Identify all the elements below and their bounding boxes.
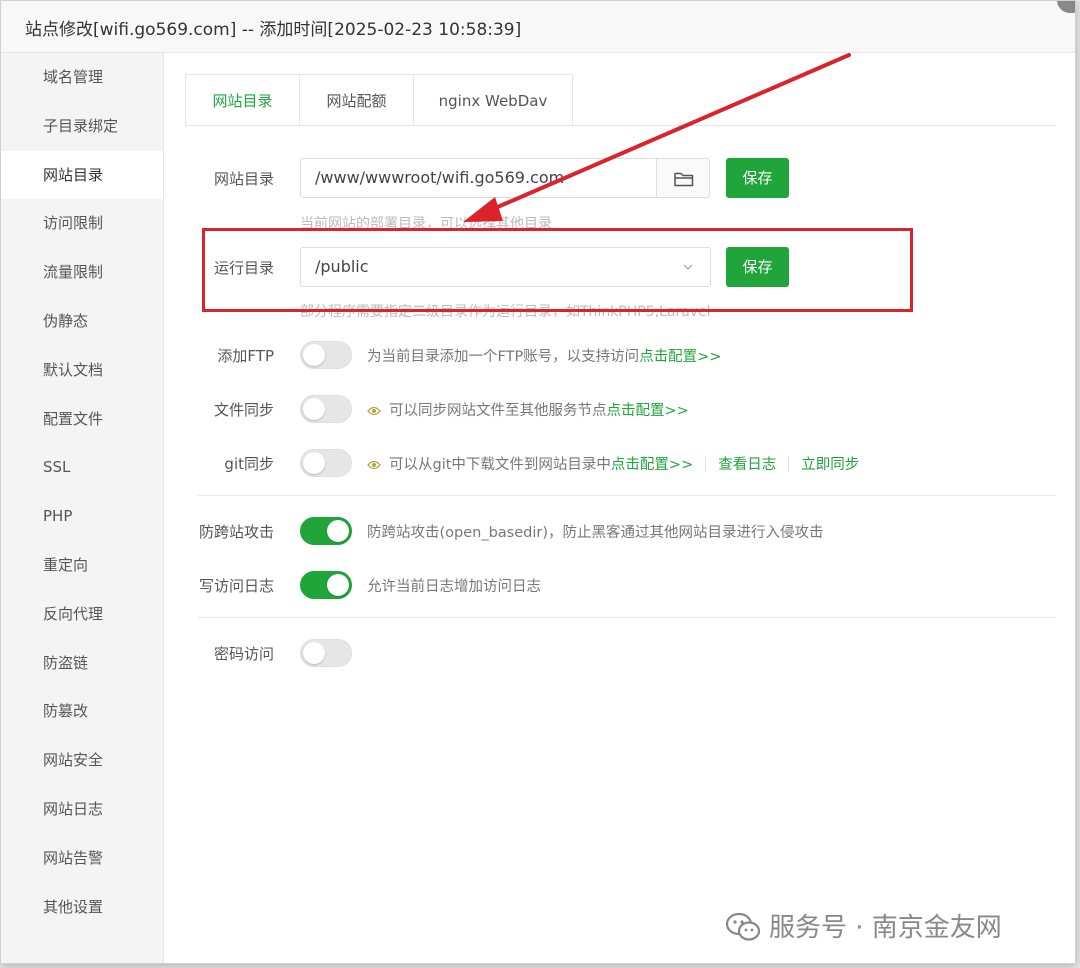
annotation-arrow-icon <box>463 53 851 222</box>
watermark: 服务号 · 南京金友网 <box>725 907 1002 944</box>
site-edit-dialog: 站点修改[wifi.go569.com] -- 添加时间[2025-02-23 … <box>0 0 1076 964</box>
wechat-icon <box>725 912 761 941</box>
